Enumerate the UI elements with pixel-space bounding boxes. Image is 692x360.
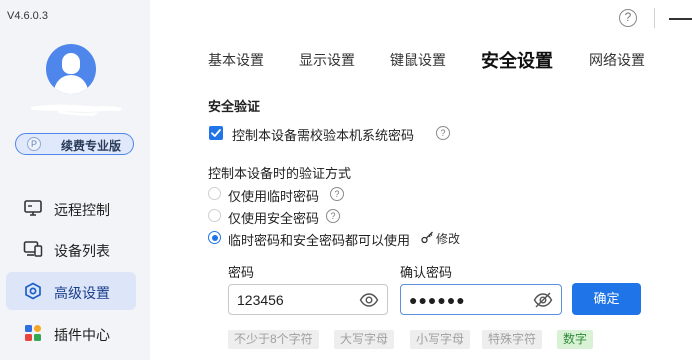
key-icon bbox=[421, 231, 433, 244]
help-icon[interactable]: ? bbox=[326, 209, 340, 223]
section-title: 安全验证 bbox=[208, 99, 261, 114]
requirement-special-char: 特殊字符 bbox=[482, 330, 543, 349]
require-system-password-checkbox[interactable] bbox=[209, 126, 223, 140]
requirement-min-length: 不少于8个字符 bbox=[228, 330, 319, 349]
radio-label[interactable]: 仅使用临时密码 bbox=[228, 186, 319, 205]
monitor-icon bbox=[24, 200, 42, 216]
settings-icon bbox=[25, 282, 41, 300]
avatar[interactable] bbox=[46, 44, 96, 94]
eye-icon[interactable] bbox=[359, 291, 379, 309]
password-label: 密码 bbox=[228, 265, 255, 280]
sidebar-item-device-list[interactable]: 设备列表 bbox=[6, 230, 136, 268]
eye-off-icon[interactable] bbox=[533, 291, 553, 309]
tab-display-settings[interactable]: 显示设置 bbox=[299, 50, 355, 70]
sidebar: V4.6.0.3 P 续费专业版 远程控制 设备列表 高级设置 插件中心 bbox=[0, 0, 150, 360]
edit-label: 修改 bbox=[436, 232, 461, 246]
plugins-icon bbox=[25, 325, 41, 341]
sidebar-item-label: 远程控制 bbox=[54, 202, 110, 218]
help-icon[interactable]: ? bbox=[619, 9, 637, 27]
tab-security-settings[interactable]: 安全设置 bbox=[481, 47, 553, 73]
radio-both-passwords[interactable] bbox=[208, 231, 221, 244]
sidebar-item-label: 高级设置 bbox=[54, 285, 110, 301]
requirement-digit: 数字 bbox=[557, 330, 594, 349]
confirm-password-label: 确认密码 bbox=[400, 265, 453, 280]
password-value: 123456 bbox=[237, 292, 284, 308]
help-icon[interactable]: ? bbox=[330, 187, 344, 201]
sidebar-item-label: 设备列表 bbox=[54, 243, 110, 259]
tab-network-settings[interactable]: 网络设置 bbox=[589, 50, 645, 70]
username-redacted bbox=[30, 104, 122, 116]
radio-temporary-password-only[interactable] bbox=[208, 187, 221, 200]
confirm-button[interactable]: 确定 bbox=[572, 283, 641, 315]
sidebar-item-advanced-settings[interactable]: 高级设置 bbox=[6, 272, 136, 310]
pro-badge-icon: P bbox=[27, 137, 41, 151]
radio-security-password-only[interactable] bbox=[208, 209, 221, 222]
password-field[interactable]: 123456 bbox=[228, 284, 388, 315]
confirm-password-field[interactable]: ●●●●●● bbox=[400, 284, 562, 315]
app-version: V4.6.0.3 bbox=[7, 10, 48, 22]
verification-method-title: 控制本设备时的验证方式 bbox=[208, 166, 352, 181]
title-divider bbox=[654, 8, 655, 28]
sidebar-item-remote-control[interactable]: 远程控制 bbox=[6, 189, 136, 227]
avatar-body bbox=[54, 75, 88, 94]
confirm-password-value: ●●●●●● bbox=[409, 292, 466, 308]
sidebar-item-label: 插件中心 bbox=[54, 327, 110, 343]
tab-basic-settings[interactable]: 基本设置 bbox=[208, 50, 264, 70]
radio-label[interactable]: 临时密码和安全密码都可以使用 bbox=[228, 230, 410, 249]
sidebar-item-plugin-center[interactable]: 插件中心 bbox=[6, 314, 136, 352]
checkmark-icon bbox=[211, 129, 221, 137]
renew-pro-badge[interactable]: P 续费专业版 bbox=[15, 133, 134, 155]
avatar-head bbox=[62, 53, 80, 74]
renew-pro-label: 续费专业版 bbox=[61, 139, 122, 153]
requirement-uppercase: 大写字母 bbox=[334, 330, 395, 349]
help-icon[interactable]: ? bbox=[436, 126, 450, 140]
minimize-icon[interactable] bbox=[669, 18, 692, 20]
devices-icon bbox=[23, 241, 43, 257]
require-system-password-label[interactable]: 控制本设备需校验本机系统密码 bbox=[232, 125, 414, 144]
radio-label[interactable]: 仅使用安全密码 bbox=[228, 208, 319, 227]
tab-keyboard-mouse-settings[interactable]: 键鼠设置 bbox=[390, 50, 446, 70]
requirement-lowercase: 小写字母 bbox=[410, 330, 471, 349]
